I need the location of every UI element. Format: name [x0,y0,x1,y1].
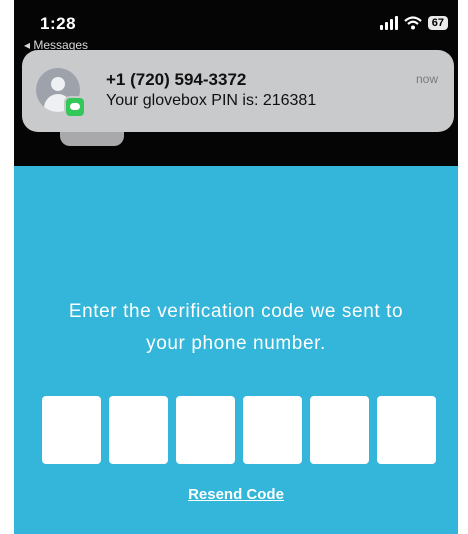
wifi-icon [404,16,422,30]
code-digit-input[interactable] [42,396,101,464]
message-notification[interactable]: +1 (720) 594-3372 Your glovebox PIN is: … [22,50,454,132]
code-input-row [42,396,436,464]
verification-prompt: Enter the verification code we sent to y… [14,296,458,360]
code-digit-input[interactable] [176,396,235,464]
verification-screen: Enter the verification code we sent to y… [14,166,458,534]
code-digit-input[interactable] [310,396,369,464]
status-time: 1:28 [40,14,77,33]
resend-code-link[interactable]: Resend Code [14,486,458,503]
notification-sender: +1 (720) 594-3372 [106,70,247,89]
messages-icon [64,96,86,118]
cellular-signal-icon [379,16,398,30]
status-area: 1:28 ◂ Messages 67 +1 (720) 594-3372 You… [14,0,458,166]
code-digit-input[interactable] [243,396,302,464]
notification-time: now [415,72,438,86]
phone-screen: 1:28 ◂ Messages 67 +1 (720) 594-3372 You… [14,0,458,534]
prompt-line-1: Enter the verification code we sent to [68,301,404,322]
status-icons: 67 [379,16,448,30]
code-digit-input[interactable] [109,396,168,464]
prompt-line-2: your phone number. [146,333,326,354]
battery-icon: 67 [427,16,448,30]
notification-message: Your glovebox PIN is: 216381 [106,92,317,109]
code-digit-input[interactable] [377,396,436,464]
